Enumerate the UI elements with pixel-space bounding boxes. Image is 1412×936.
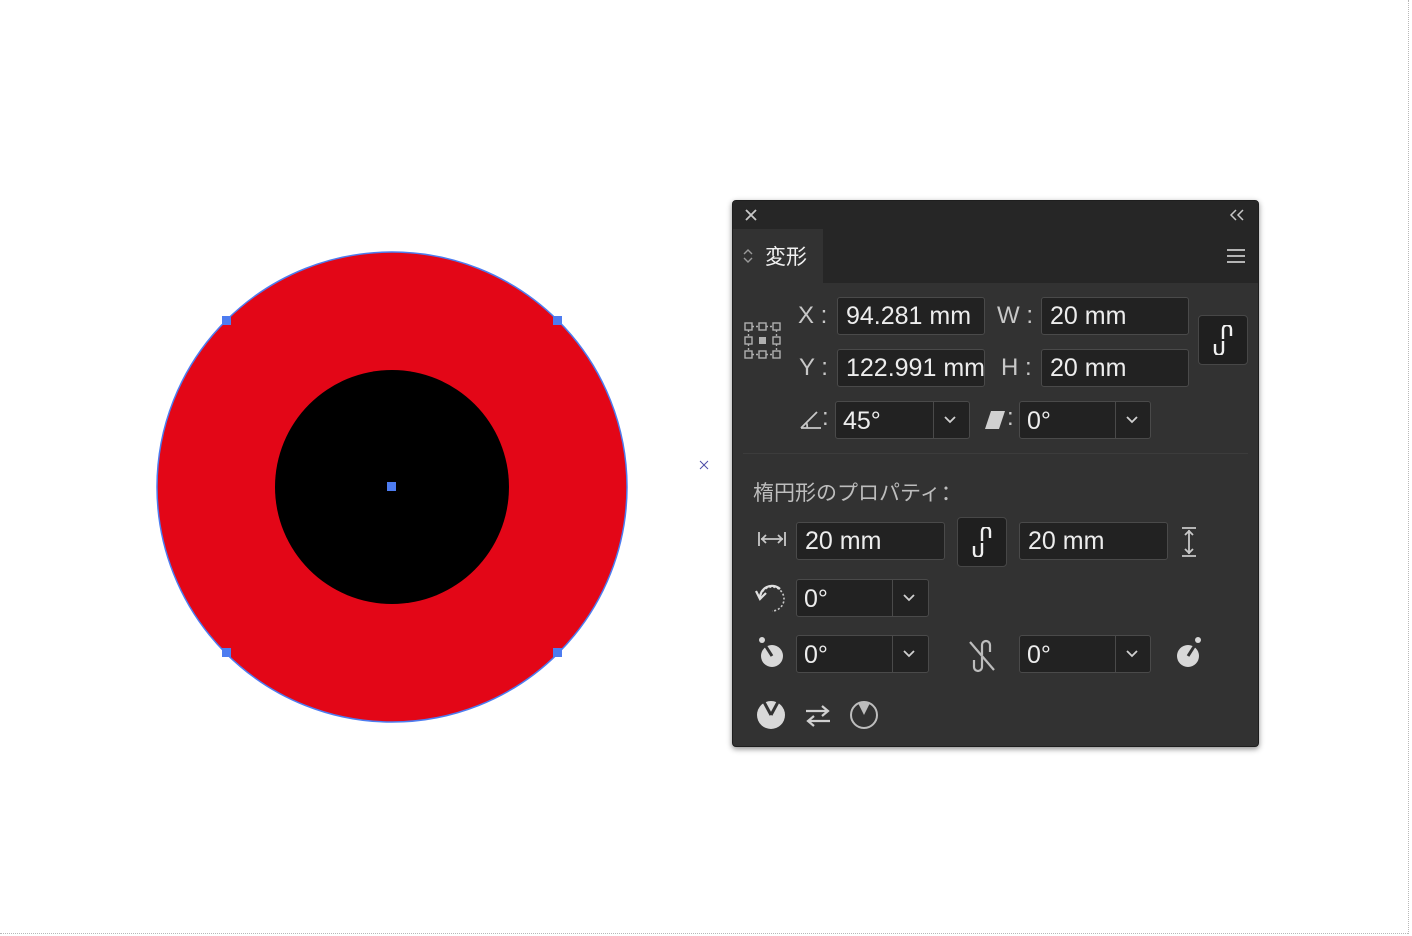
x-label: X : (798, 302, 828, 329)
ellipse-constrain-button[interactable] (957, 517, 1007, 567)
x-position-input[interactable]: 94.281 mm (837, 297, 985, 335)
rotate-angle-value: 45° (843, 407, 881, 435)
rotate-ccw-icon (755, 584, 785, 612)
unlink-icon[interactable] (967, 639, 997, 673)
shear-angle-combo[interactable]: 0° (1019, 401, 1151, 439)
chevron-down-icon (903, 594, 915, 602)
anchor-point[interactable] (553, 648, 562, 657)
pie-start-angle-icon (759, 637, 783, 667)
tab-label: 変形 (765, 245, 807, 269)
anchor-point[interactable] (222, 648, 231, 657)
artboard-edge (0, 933, 1408, 934)
shear-label: : (1007, 404, 1014, 431)
ellipse-width-input[interactable]: 20 mm (796, 522, 945, 560)
height-input[interactable]: 20 mm (1041, 349, 1189, 387)
swap-arrows-icon[interactable] (803, 703, 833, 729)
anchor-point[interactable] (222, 316, 231, 325)
shear-icon (985, 411, 1005, 429)
pie-icon[interactable] (756, 700, 786, 730)
width-input[interactable]: 20 mm (1041, 297, 1189, 335)
tab-transform[interactable]: 変形 (733, 229, 823, 283)
center-marker[interactable] (387, 482, 396, 491)
pie-end-angle-value: 0° (1027, 641, 1051, 669)
panel-menu-icon[interactable] (1226, 248, 1246, 264)
section-divider (743, 453, 1248, 454)
chevron-down-icon (1126, 650, 1138, 658)
up-down-arrows-icon (743, 249, 753, 263)
anchor-point[interactable] (553, 316, 562, 325)
rotate-label: : (822, 404, 829, 431)
h-label: H : (1001, 354, 1032, 381)
y-label: Y : (799, 354, 828, 381)
angle-icon (800, 411, 821, 429)
pie-start-angle-combo[interactable]: 0° (796, 635, 929, 673)
canvas-artwork (156, 251, 709, 723)
ellipse-rotation-combo[interactable]: 0° (796, 579, 929, 617)
pie-end-angle-combo[interactable]: 0° (1019, 635, 1151, 673)
vertical-height-icon (1182, 527, 1196, 557)
chevron-down-icon (944, 416, 956, 424)
origin-cross-icon (699, 460, 709, 470)
artboard-edge (1408, 0, 1409, 934)
w-label: W : (997, 302, 1033, 329)
panel-titlebar (733, 201, 1258, 229)
chevron-down-icon (1126, 416, 1138, 424)
link-icon (1213, 325, 1233, 355)
collapse-icon[interactable] (1228, 207, 1246, 223)
ellipse-rotation-value: 0° (804, 585, 828, 613)
ellipse-height-input[interactable]: 20 mm (1019, 522, 1168, 560)
pie-outline-icon[interactable] (849, 700, 879, 730)
panel-tabstrip: 変形 (733, 229, 1258, 283)
rotate-angle-combo[interactable]: 45° (835, 401, 970, 439)
reference-point-grid-icon[interactable] (743, 321, 783, 361)
pie-end-angle-icon (1177, 637, 1201, 667)
chevron-down-icon (903, 650, 915, 658)
pie-start-angle-value: 0° (804, 641, 828, 669)
link-icon (972, 527, 992, 557)
close-icon[interactable] (743, 207, 759, 223)
transform-panel: 変形 X : 94.281 mm W : 20 mm Y : 122.991 m… (732, 200, 1259, 747)
constrain-proportions-button[interactable] (1198, 315, 1248, 365)
shear-angle-value: 0° (1027, 407, 1051, 435)
y-position-input[interactable]: 122.991 mm (837, 349, 985, 387)
ellipse-properties-title: 楕円形のプロパティ： (753, 481, 962, 505)
horizontal-width-icon (758, 532, 786, 546)
